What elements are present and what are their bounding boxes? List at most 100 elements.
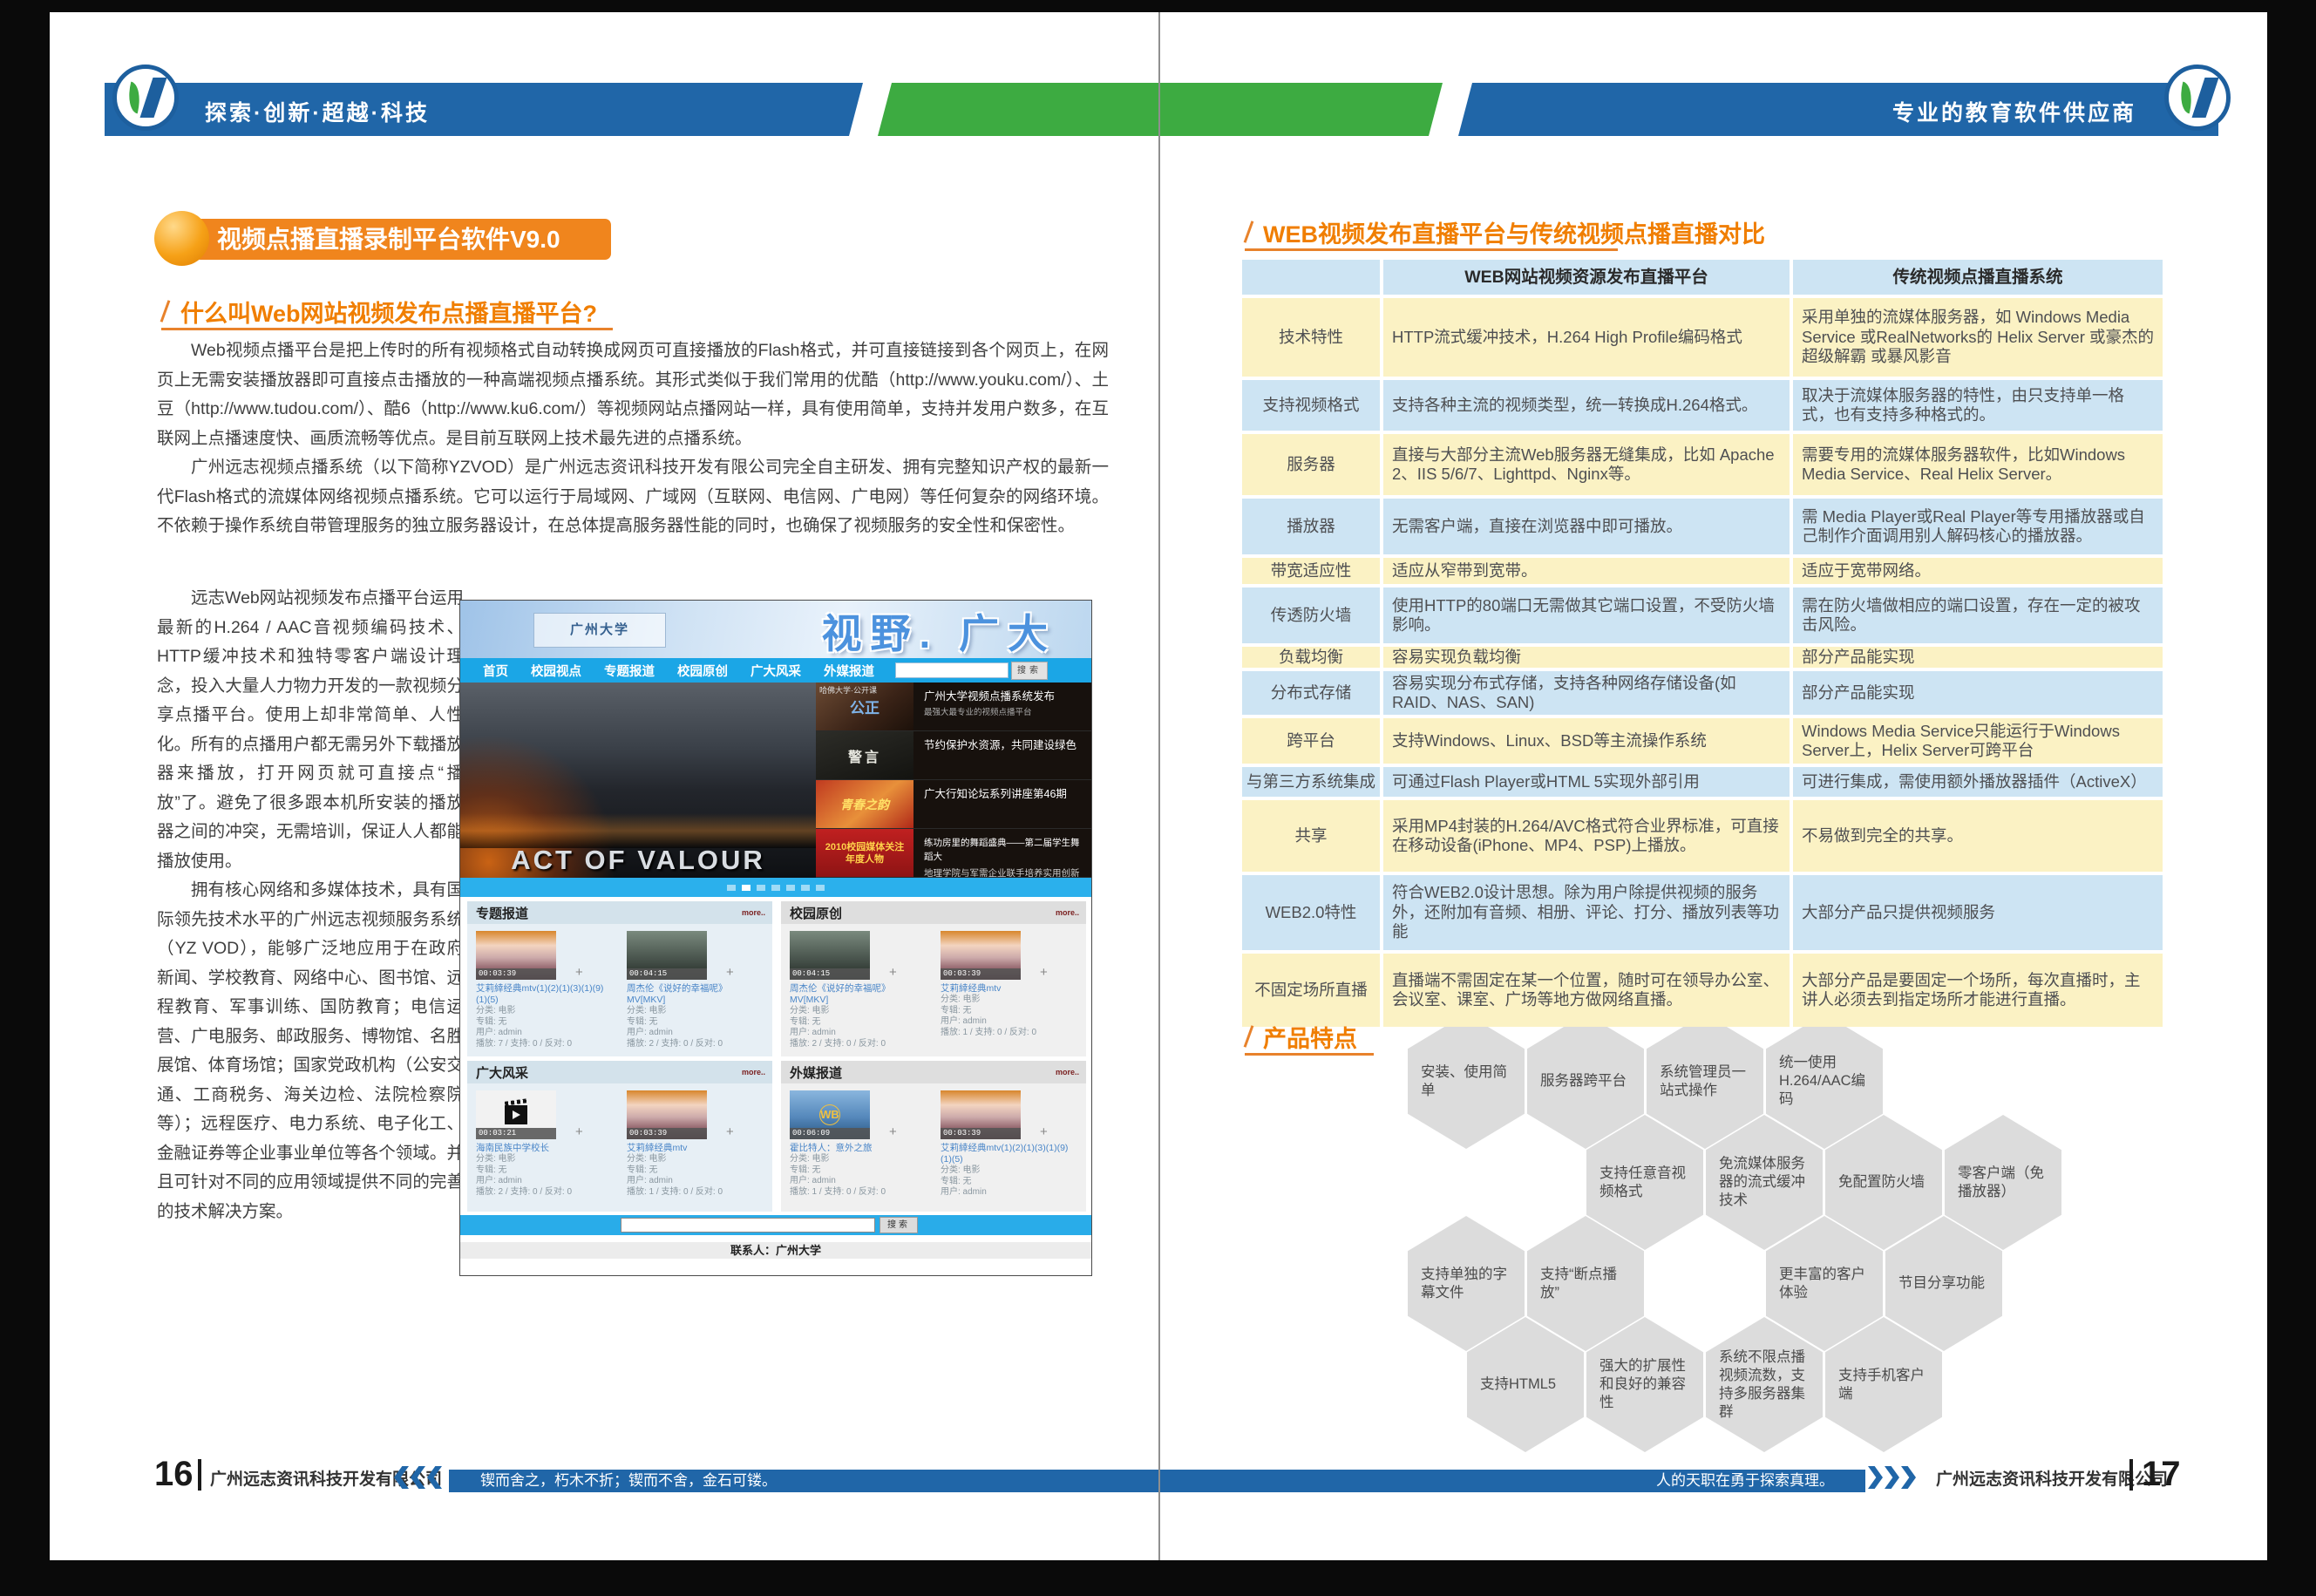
row-trad-cell: 大部分产品是要固定一个场所，每次直播时，主讲人必须去到指定场所才能进行直播。 — [1793, 954, 2163, 1027]
video-stat: 用户: admin — [627, 1028, 765, 1039]
plus-icon[interactable] — [889, 1124, 897, 1139]
video-title[interactable]: 艾莉緈经典mtv(1)(2)(1)(3)(1)(9)(1)(5) — [476, 983, 615, 1006]
video-stat: 用户: admin — [476, 1176, 615, 1187]
video-card[interactable]: 00:03:39 艾莉緈经典mtv 分类: 电影 专辑: 无 用户: admin… — [627, 1090, 765, 1198]
site-contact-bar: 联系人：广州大学 — [460, 1242, 1091, 1259]
row-web-cell: 使用HTTP的80端口无需做其它端口设置，不受防火墙影响。 — [1383, 587, 1790, 643]
featured-video-item[interactable]: 青春之韵 广大行知论坛系列讲座第46期 — [816, 780, 1091, 829]
featured-video-text: 广大行知论坛系列讲座第46期 — [913, 780, 1091, 828]
pager-dot[interactable] — [727, 885, 736, 891]
video-stat: 分类: 电影 — [790, 1154, 928, 1165]
video-card[interactable]: WB00:06:09 霍比特人：意外之旅 分类: 电影 专辑: 无 用户: ad… — [790, 1090, 928, 1199]
video-title[interactable]: 艾莉緈经典mtv(1)(2)(1)(3)(1)(9)(1)(5) — [941, 1143, 1079, 1165]
video-title[interactable]: 艾莉緈经典mtv — [941, 983, 1079, 995]
video-title[interactable]: 周杰伦《说好的幸福呢》MV[MKV] — [790, 983, 928, 1006]
video-stat: 播放: 2 / 支持: 0 / 反对: 0 — [790, 1039, 928, 1050]
video-stat: 分类: 电影 — [941, 1165, 1079, 1177]
section-header: 外媒报道 more.. — [781, 1061, 1086, 1083]
video-thumbnail: 哈佛大学·公开课 公正 — [816, 683, 913, 730]
table-col-header-web: WEB网站视频资源发布直播平台 — [1383, 260, 1790, 295]
more-link[interactable]: more.. — [1056, 1068, 1079, 1076]
more-link[interactable]: more.. — [1056, 908, 1079, 917]
pager-dot[interactable] — [801, 885, 810, 891]
featured-video-item[interactable]: 2010校园媒体关注年度人物 练功房里的舞蹈盛典——第二届学生舞蹈大 地理学院与… — [816, 829, 1091, 878]
footer-search-button[interactable]: 搜索 — [880, 1217, 918, 1233]
pager-dot[interactable] — [757, 885, 765, 891]
footer-quote-right: 人的天职在勇于探索真理。 — [1159, 1470, 1865, 1492]
site-section-campus-original: 校园原创 more.. 00:04:15 周杰伦《说好的幸福呢》MV[MKV] … — [781, 901, 1086, 1056]
video-title[interactable]: 海南民族中学校长 — [476, 1143, 615, 1154]
heading-underline-decor — [1245, 1053, 1374, 1056]
table-row: 带宽适应性 适应从窄带到宽带。 适应于宽带网络。 — [1242, 558, 2163, 584]
video-title[interactable]: 艾莉緈经典mtv — [627, 1143, 765, 1154]
site-search-button[interactable]: 搜索 — [1011, 662, 1048, 680]
featured-video-item[interactable]: 警言 节约保护水资源，共同建设绿色 — [816, 731, 1091, 780]
logo-slash-icon — [140, 78, 167, 118]
more-link[interactable]: more.. — [742, 908, 765, 917]
plus-icon[interactable] — [726, 965, 734, 980]
row-trad-cell: 取决于流媒体服务器的特性，由只支持单一格式，也有支持多种格式的。 — [1793, 380, 2163, 431]
video-stat: 用户: admin — [790, 1028, 928, 1039]
plus-icon[interactable] — [575, 965, 583, 980]
plus-icon[interactable] — [575, 1124, 583, 1139]
duration-badge: 00:03:21 — [476, 1128, 556, 1139]
nav-item-special-report[interactable]: 专题报道 — [604, 662, 655, 680]
pager-dot[interactable] — [771, 885, 780, 891]
row-label: WEB2.0特性 — [1242, 875, 1380, 950]
site-search-input[interactable] — [895, 662, 1009, 678]
nav-item-campus-original[interactable]: 校园原创 — [677, 662, 728, 680]
featured-video-item[interactable]: 哈佛大学·公开课 公正 广州大学视频点播系统发布 最强大最专业的视频点播平台 — [816, 683, 1091, 731]
paragraph: Web视频点播平台是把上传时的所有视频格式自动转换成网页可直接播放的Flash格… — [157, 336, 1109, 453]
row-web-cell: 适应从窄带到宽带。 — [1383, 558, 1790, 584]
table-row: 传透防火墙 使用HTTP的80端口无需做其它端口设置，不受防火墙影响。 需在防火… — [1242, 587, 2163, 643]
video-card[interactable]: 00:03:39 艾莉緈经典mtv(1)(2)(1)(3)(1)(9)(1)(5… — [476, 931, 615, 1049]
heading-hook-decor — [160, 300, 171, 322]
duration-badge: 00:04:15 — [627, 968, 707, 980]
video-card[interactable]: 00:03:39 艾莉緈经典mtv(1)(2)(1)(3)(1)(9)(1)(5… — [941, 1090, 1079, 1199]
row-web-cell: HTTP流式缓冲技术，H.264 High Profile编码格式 — [1383, 298, 1790, 377]
pager-dot[interactable] — [786, 885, 795, 891]
row-trad-cell: Windows Media Service只能运行于Windows Server… — [1793, 718, 2163, 764]
duration-badge: 00:03:39 — [627, 1128, 707, 1139]
video-card[interactable]: 00:04:15 周杰伦《说好的幸福呢》MV[MKV] 分类: 电影 专辑: 无… — [790, 931, 928, 1049]
row-label: 负载均衡 — [1242, 647, 1380, 668]
video-thumbnail: 00:03:39 — [627, 1090, 707, 1139]
footer-search-input[interactable] — [621, 1218, 875, 1233]
plus-icon[interactable] — [889, 965, 897, 980]
tagline-left: 探索·创新·超越·科技 — [205, 96, 430, 127]
company-logo-icon — [2164, 65, 2231, 131]
video-card[interactable]: 00:04:15 周杰伦《说好的幸福呢》MV[MKV] 分类: 电影 专辑: 无… — [627, 931, 765, 1049]
duration-badge: 00:06:09 — [790, 1128, 870, 1139]
video-thumbnail: 青春之韵 — [816, 780, 913, 828]
more-link[interactable]: more.. — [742, 1068, 765, 1076]
paper-spread: 探索·创新·超越·科技 专业的教育软件供应商 视频点播直播录制平台软件V9.0 … — [50, 12, 2267, 1560]
intro-paragraphs: Web视频点播平台是把上传时的所有视频格式自动转换成网页可直接播放的Flash格… — [157, 336, 1109, 541]
nav-item-campus-view[interactable]: 校园视点 — [531, 662, 581, 680]
row-trad-cell: 大部分产品只提供视频服务 — [1793, 875, 2163, 950]
site-banner: 广州大学 视野. 广大 — [460, 601, 1091, 658]
pager-dot-active[interactable] — [742, 885, 750, 891]
comparison-table: WEB网站视频资源发布直播平台 传统视频点播直播系统 技术特性 HTTP流式缓冲… — [1242, 260, 2163, 1030]
video-card[interactable]: 00:03:21 海南民族中学校长 分类: 电影 专辑: 无 用户: admin… — [476, 1090, 615, 1198]
thumbnail-label: 2010校园媒体关注年度人物 — [816, 841, 913, 866]
plus-icon[interactable] — [726, 1124, 734, 1139]
row-trad-cell: 适应于宽带网络。 — [1793, 558, 2163, 584]
pager-dot[interactable] — [816, 885, 825, 891]
nav-item-external-media[interactable]: 外媒报道 — [824, 662, 874, 680]
row-trad-cell: 不易做到完全的共享。 — [1793, 800, 2163, 872]
wb-logo-icon: WB — [819, 1104, 840, 1125]
video-card[interactable]: 00:03:39 艾莉緈经典mtv 分类: 电影 专辑: 无 用户: admin… — [941, 931, 1079, 1049]
nav-item-gd-style[interactable]: 广大风采 — [750, 662, 801, 680]
row-label: 服务器 — [1242, 434, 1380, 495]
footer-quote-left: 锲而舍之，朽木不折；锲而不舍，金石可镂。 — [449, 1470, 1159, 1492]
video-title[interactable]: 霍比特人：意外之旅 — [790, 1143, 928, 1154]
nav-item-home[interactable]: 首页 — [483, 662, 508, 680]
plus-icon[interactable] — [1040, 965, 1048, 980]
video-title[interactable]: 周杰伦《说好的幸福呢》MV[MKV] — [627, 983, 765, 1006]
row-trad-cell: 部分产品能实现 — [1793, 647, 2163, 668]
hero-video-poster[interactable]: ACT OF VALOUR — [460, 683, 816, 878]
site-footer-searchbar: 搜索 — [460, 1215, 1091, 1235]
company-logo-icon — [112, 65, 179, 131]
thumbnail-label: 公正 — [850, 696, 880, 717]
plus-icon[interactable] — [1040, 1124, 1048, 1139]
